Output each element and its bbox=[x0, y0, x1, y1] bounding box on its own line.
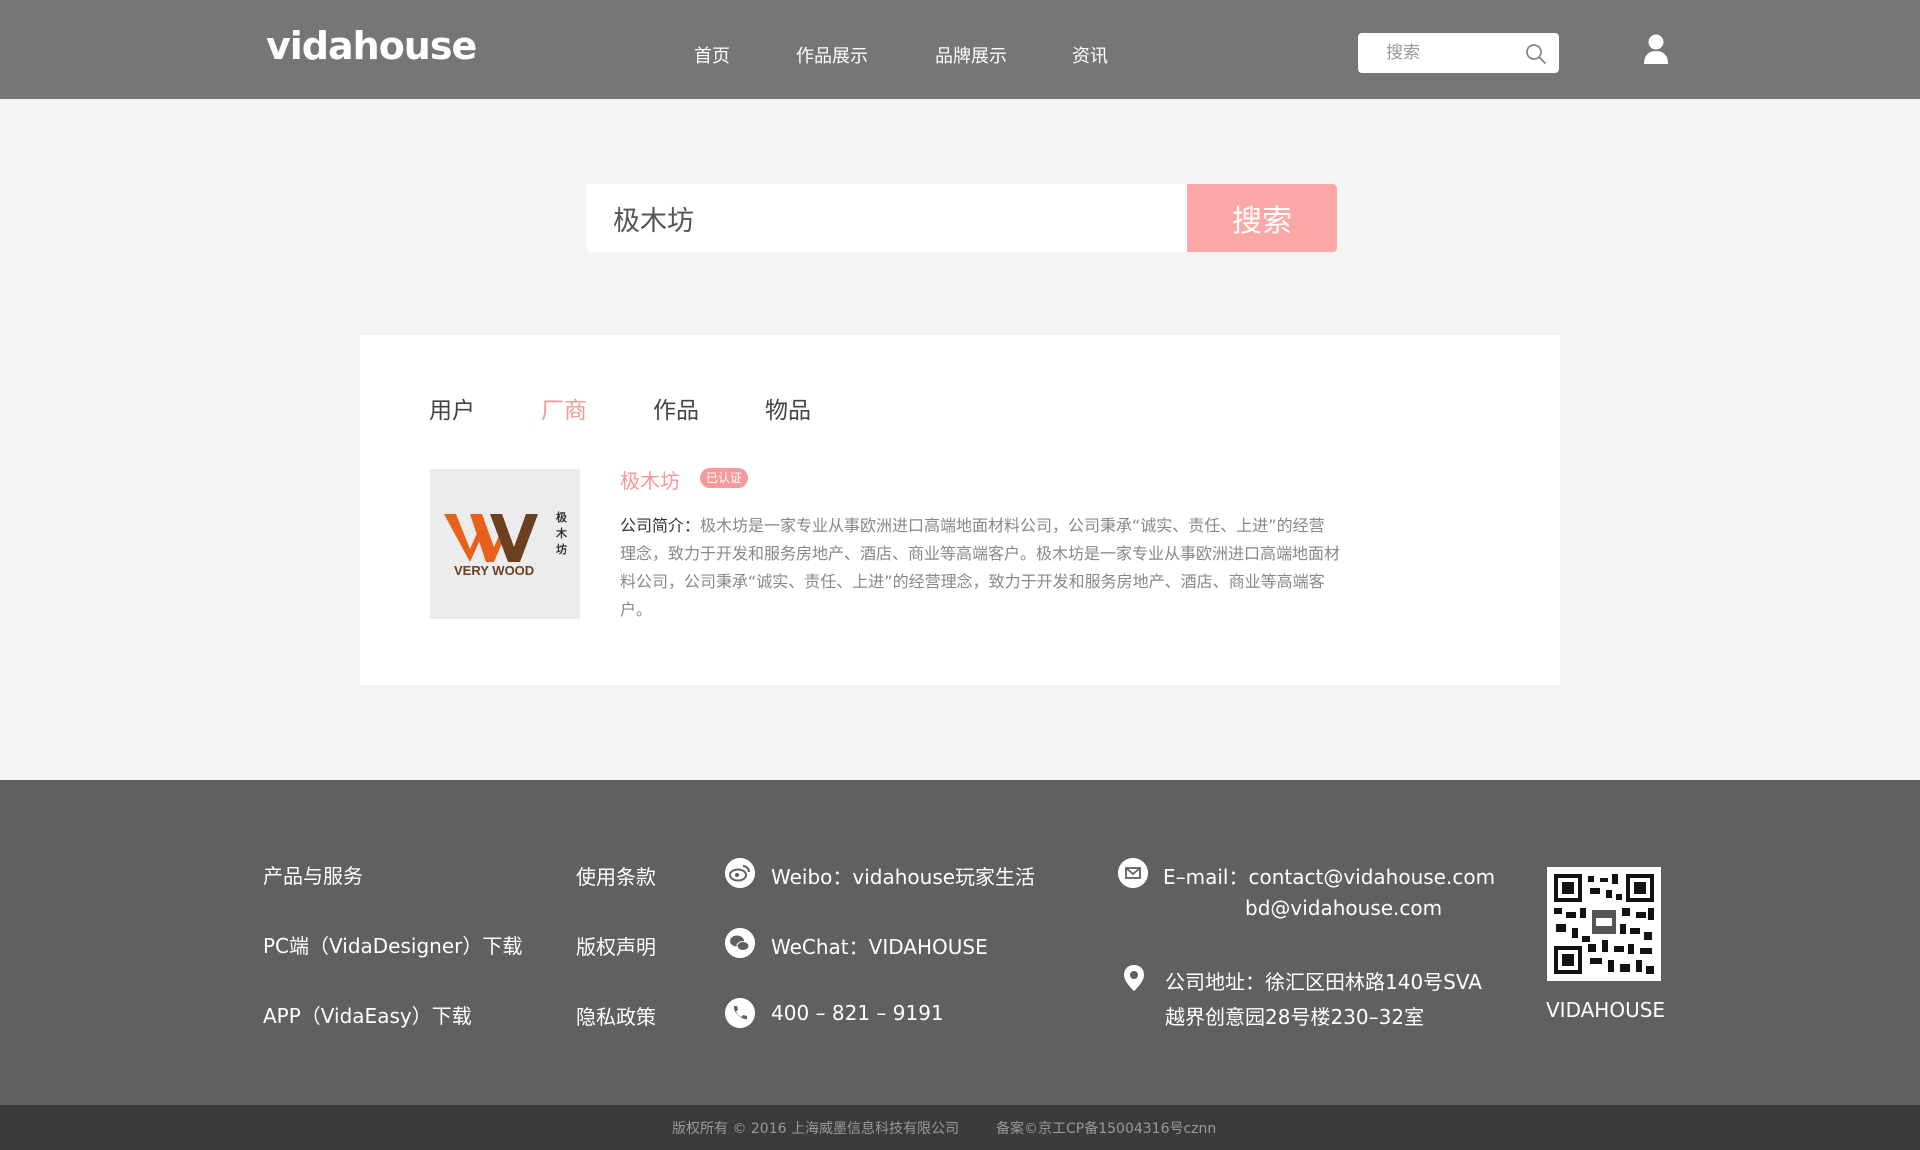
nav-item-works[interactable]: 作品展示 bbox=[796, 42, 868, 68]
weibo-icon[interactable] bbox=[725, 858, 755, 888]
footer-pc-download-link[interactable]: PC端（VidaDesigner）下载 bbox=[263, 930, 522, 959]
phone-icon[interactable] bbox=[725, 998, 755, 1028]
description-text: 极木坊是一家专业从事欧洲进口高端地面材料公司，公司秉承“诚实、责任、上进”的经营… bbox=[620, 516, 1341, 619]
svg-text:VERY WOOD: VERY WOOD bbox=[454, 563, 534, 578]
wechat-qr-code bbox=[1547, 867, 1661, 981]
footer-wechat: WeChat：VIDAHOUSE bbox=[771, 935, 988, 959]
description-label: 公司简介： bbox=[620, 516, 701, 535]
email-icon[interactable] bbox=[1118, 858, 1148, 888]
header-search-box bbox=[1358, 33, 1559, 73]
footer-address-line1: 公司地址：徐汇区田林路140号SVA bbox=[1165, 970, 1482, 994]
footer-app-download-link[interactable]: APP（VidaEasy）下载 bbox=[263, 1000, 472, 1029]
header-search-input[interactable] bbox=[1370, 33, 1520, 73]
main-search-input[interactable] bbox=[587, 184, 1187, 252]
footer-phone: 400 – 821 – 9191 bbox=[771, 1001, 944, 1025]
svg-text:木: 木 bbox=[555, 526, 568, 540]
qr-code-icon bbox=[1554, 874, 1654, 974]
footer-address-line2: 越界创意园28号楼230–32室 bbox=[1165, 1005, 1425, 1029]
main-search-bar: 搜索 bbox=[587, 184, 1337, 252]
location-pin-icon bbox=[1124, 965, 1144, 991]
vendor-description: 公司简介：极木坊是一家专业从事欧洲进口高端地面材料公司，公司秉承“诚实、责任、上… bbox=[620, 512, 1340, 624]
tab-items[interactable]: 物品 bbox=[765, 391, 811, 425]
nav-item-home[interactable]: 首页 bbox=[694, 42, 730, 68]
footer-copyright-link[interactable]: 版权声明 bbox=[576, 931, 656, 960]
site-footer: 产品与服务 PC端（VidaDesigner）下载 APP（VidaEasy）下… bbox=[0, 780, 1920, 1105]
footer-products-link[interactable]: 产品与服务 bbox=[263, 860, 363, 889]
wechat-icon[interactable] bbox=[725, 928, 755, 958]
search-icon[interactable] bbox=[1525, 43, 1547, 65]
footer-email-secondary[interactable]: bd@vidahouse.com bbox=[1245, 896, 1442, 920]
footer-email-primary[interactable]: E–mail：contact@vidahouse.com bbox=[1163, 861, 1495, 890]
copyright-text: 版权所有 © 2016 上海威墨信息科技有限公司 bbox=[672, 1121, 959, 1137]
top-header: vidahouse 首页 作品展示 品牌展示 资讯 bbox=[0, 0, 1920, 99]
footer-weibo: Weibo：vidahouse玩家生活 bbox=[771, 865, 1036, 889]
icp-record[interactable]: 备案©京工CP备15004316号cznn bbox=[996, 1118, 1216, 1138]
main-search-button[interactable]: 搜索 bbox=[1187, 184, 1337, 252]
footer-privacy-link[interactable]: 隐私政策 bbox=[576, 1001, 656, 1030]
vendor-logo-thumbnail[interactable]: VERY WOOD 极 木 坊 bbox=[430, 469, 580, 619]
tab-users[interactable]: 用户 bbox=[429, 391, 475, 425]
svg-text:坊: 坊 bbox=[556, 542, 567, 556]
footer-terms-link[interactable]: 使用条款 bbox=[576, 861, 656, 890]
user-icon[interactable] bbox=[1642, 33, 1670, 65]
search-results-panel: 用户 厂商 作品 物品 VERY WOOD 极 木 坊 极木坊 已认证 公司简介… bbox=[360, 335, 1560, 685]
svg-text:极: 极 bbox=[556, 510, 568, 524]
copyright-bar: 版权所有 © 2016 上海威墨信息科技有限公司 备案©京工CP备1500431… bbox=[0, 1105, 1920, 1150]
qr-label: VIDAHOUSE bbox=[1546, 998, 1666, 1022]
very-wood-logo: VERY WOOD 极 木 坊 bbox=[444, 510, 568, 578]
tab-works[interactable]: 作品 bbox=[653, 391, 699, 425]
verified-badge: 已认证 bbox=[700, 468, 749, 488]
nav-item-brands[interactable]: 品牌展示 bbox=[935, 42, 1007, 68]
nav-item-news[interactable]: 资讯 bbox=[1072, 42, 1108, 68]
site-logo[interactable]: vidahouse bbox=[266, 24, 477, 68]
tab-vendors[interactable]: 厂商 bbox=[541, 391, 587, 425]
vendor-title[interactable]: 极木坊 bbox=[620, 465, 680, 494]
